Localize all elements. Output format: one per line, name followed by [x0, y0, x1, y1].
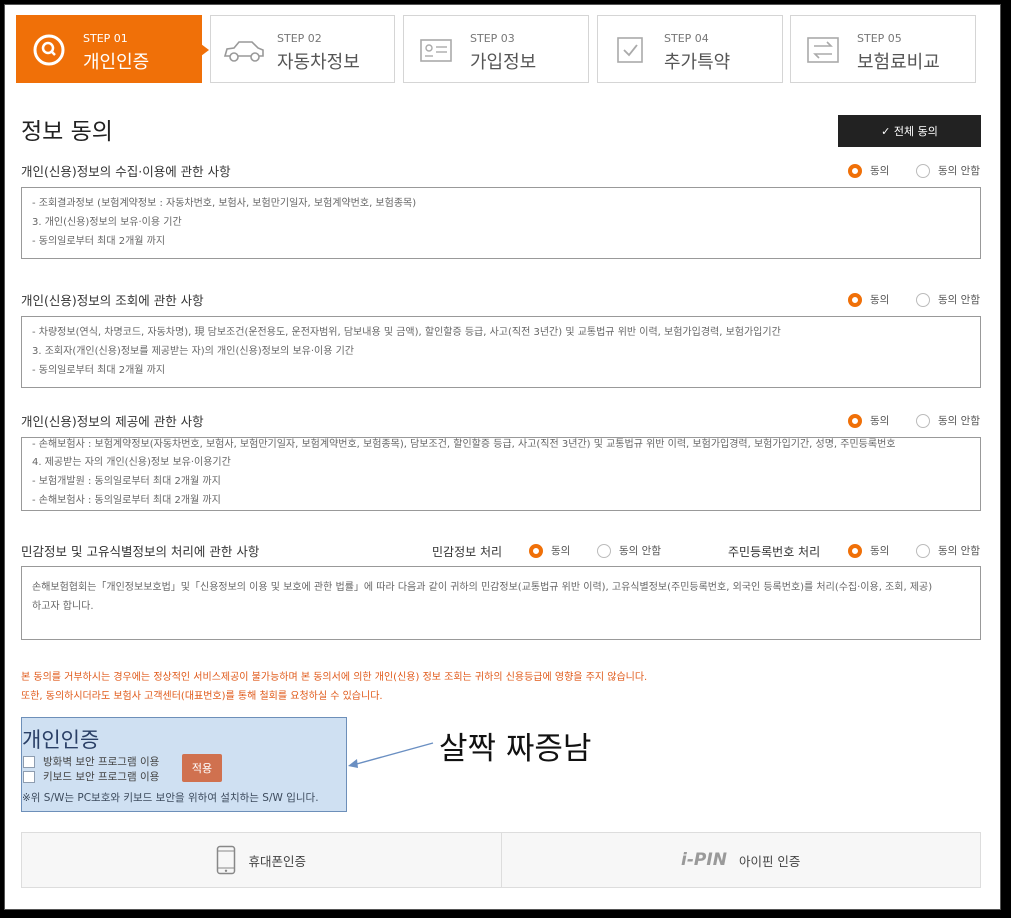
- terms-line: - 동의일로부터 최대 2개월 까지: [32, 365, 166, 376]
- car-icon: [223, 41, 264, 62]
- warning-line-1: 본 동의를 거부하시는 경우에는 정상적인 서비스제공이 불가능하며 본 동의서…: [21, 672, 648, 683]
- section-title-collection: 개인(신용)정보의 수집·이용에 관한 사항: [21, 164, 231, 179]
- radio-dot: [597, 543, 611, 558]
- section-title-sensitive: 민감정보 및 고유식별정보의 처리에 관한 사항: [21, 544, 260, 559]
- radio-dot: [848, 543, 862, 558]
- disagree-radio-provision[interactable]: 동의 안함: [916, 413, 980, 428]
- radio-label: 동의: [870, 545, 890, 557]
- section-title-provision: 개인(신용)정보의 제공에 관한 사항: [21, 414, 204, 429]
- tab-label: 아이핀 인증: [738, 853, 801, 869]
- tab-ipin-auth[interactable]: i-PIN 아이핀 인증: [500, 833, 981, 887]
- tab-phone-auth[interactable]: 휴대폰인증: [22, 833, 501, 887]
- disagree-radio-collection[interactable]: 동의 안함: [916, 163, 980, 178]
- compare-arrows-icon: [807, 37, 839, 63]
- radio-dot: [916, 543, 930, 558]
- agree-radio-provision[interactable]: 동의: [848, 413, 889, 428]
- step-04[interactable]: STEP 04 추가특약: [597, 15, 783, 83]
- terms-box-provision[interactable]: - 손해보험사 : 보험계약정보(자동차번호, 보험사, 보험만기일자, 보험계…: [21, 437, 981, 511]
- firewall-checkbox[interactable]: 방화벽 보안 프로그램 이용: [23, 754, 159, 769]
- search-badge-icon: [33, 34, 65, 66]
- step-title: 추가특약: [664, 52, 731, 73]
- step-title: 보험료비교: [857, 52, 940, 73]
- step-title: 가입정보: [470, 52, 537, 73]
- radio-dot: [848, 413, 862, 428]
- terms-line: 3. 조회자(개인(신용)정보를 제공받는 자)의 개인(신용)정보의 보유·이…: [32, 346, 355, 357]
- checkbox-label: 방화벽 보안 프로그램 이용: [43, 756, 160, 768]
- step-title: 자동차정보: [277, 52, 360, 73]
- radio-label: 동의: [870, 165, 890, 177]
- radio-label: 동의 안함: [938, 165, 980, 177]
- page-frame: STEP 01 개인인증 STEP 02 자동차정보 STEP 03 가입정보 …: [4, 4, 1001, 910]
- apply-button[interactable]: 적용: [182, 754, 222, 782]
- terms-line: - 손해보험사 : 동의일로부터 최대 2개월 까지: [32, 495, 221, 506]
- radio-label: 동의: [551, 545, 571, 557]
- agree-radio-sensitive[interactable]: 동의: [529, 543, 570, 558]
- step-title: 개인인증: [83, 52, 150, 73]
- ipin-logo: i-PIN: [681, 850, 727, 870]
- checkbox-label: 키보드 보안 프로그램 이용: [43, 771, 160, 783]
- all-agree-button[interactable]: ✓ 전체 동의: [838, 115, 981, 147]
- terms-line: - 손해보험사 : 보험계약정보(자동차번호, 보험사, 보험만기일자, 보험계…: [32, 439, 896, 450]
- auth-method-tabs: 휴대폰인증 i-PIN 아이핀 인증: [21, 832, 981, 888]
- step-number: STEP 04: [664, 32, 709, 45]
- disagree-radio-rrn[interactable]: 동의 안함: [916, 543, 980, 558]
- auth-title: 개인인증: [22, 728, 100, 752]
- terms-line: - 동의일로부터 최대 2개월 까지: [32, 236, 166, 247]
- terms-line: 손해보험협회는「개인정보보호법」및「신용정보의 이용 및 보호에 관한 법률」에…: [32, 582, 933, 593]
- radio-label: 동의: [870, 415, 890, 427]
- agree-radio-rrn[interactable]: 동의: [848, 543, 889, 558]
- security-options-box: 개인인증 방화벽 보안 프로그램 이용 키보드 보안 프로그램 이용 적용 ※위…: [21, 717, 347, 812]
- step-number: STEP 02: [277, 32, 322, 45]
- sensitive-info-label: 민감정보 처리: [432, 545, 503, 559]
- mobile-phone-icon: [217, 845, 236, 875]
- section-title-inquiry: 개인(신용)정보의 조회에 관한 사항: [21, 293, 204, 308]
- terms-box-inquiry[interactable]: - 차량정보(연식, 차명코드, 자동차명), 現 담보조건(운전용도, 운전자…: [21, 316, 981, 388]
- step-02[interactable]: STEP 02 자동차정보: [210, 15, 395, 83]
- terms-line: 3. 개인(신용)정보의 보유·이용 기간: [32, 217, 182, 228]
- radio-label: 동의 안함: [938, 545, 980, 557]
- step-number: STEP 03: [470, 32, 515, 45]
- checkbox-square: [23, 755, 35, 768]
- radio-dot: [848, 163, 862, 178]
- terms-line: - 차량정보(연식, 차명코드, 자동차명), 現 담보조건(운전용도, 운전자…: [32, 327, 781, 338]
- step-number: STEP 01: [83, 32, 128, 45]
- radio-label: 동의 안함: [938, 415, 980, 427]
- radio-label: 동의 안함: [619, 545, 661, 557]
- warning-line-2: 또한, 동의하시더라도 보험사 고객센터(대표번호)를 통해 철회를 요청하실 …: [21, 691, 383, 702]
- radio-dot: [848, 292, 862, 307]
- page-title: 정보 동의: [21, 119, 113, 145]
- terms-line: 하고자 합니다.: [32, 601, 94, 612]
- radio-dot: [916, 163, 930, 178]
- step-number: STEP 05: [857, 32, 902, 45]
- id-card-icon: [420, 39, 452, 62]
- terms-box-sensitive[interactable]: 손해보험협회는「개인정보보호법」및「신용정보의 이용 및 보호에 관한 법률」에…: [21, 566, 981, 640]
- terms-line: - 조회결과정보 (보험계약정보 : 자동차번호, 보험사, 보험만기일자, 보…: [32, 198, 417, 209]
- terms-box-collection[interactable]: - 조회결과정보 (보험계약정보 : 자동차번호, 보험사, 보험만기일자, 보…: [21, 187, 981, 259]
- annotation-text: 살짝 짜증남: [439, 731, 592, 767]
- radio-label: 동의 안함: [938, 294, 980, 306]
- radio-dot: [529, 543, 543, 558]
- radio-label: 동의: [870, 294, 890, 306]
- agree-radio-collection[interactable]: 동의: [848, 163, 889, 178]
- radio-dot: [916, 413, 930, 428]
- security-note: ※위 S/W는 PC보호와 키보드 보안을 위하여 설치하는 S/W 입니다.: [22, 792, 319, 804]
- radio-dot: [916, 292, 930, 307]
- checkbox-square: [23, 770, 35, 783]
- disagree-radio-inquiry[interactable]: 동의 안함: [916, 292, 980, 307]
- step-05[interactable]: STEP 05 보험료비교: [790, 15, 976, 83]
- terms-line: 4. 제공받는 자의 개인(신용)정보 보유·이용기간: [32, 457, 231, 468]
- rrn-label: 주민등록번호 처리: [728, 545, 821, 559]
- terms-line: - 보험개발원 : 동의일로부터 최대 2개월 까지: [32, 476, 221, 487]
- disagree-radio-sensitive[interactable]: 동의 안함: [597, 543, 661, 558]
- step-03[interactable]: STEP 03 가입정보: [403, 15, 589, 83]
- checkbox-icon: [617, 37, 643, 63]
- keyboard-security-checkbox[interactable]: 키보드 보안 프로그램 이용: [23, 769, 159, 784]
- step-01[interactable]: STEP 01 개인인증: [16, 15, 209, 83]
- agree-radio-inquiry[interactable]: 동의: [848, 292, 889, 307]
- tab-label: 휴대폰인증: [248, 853, 306, 869]
